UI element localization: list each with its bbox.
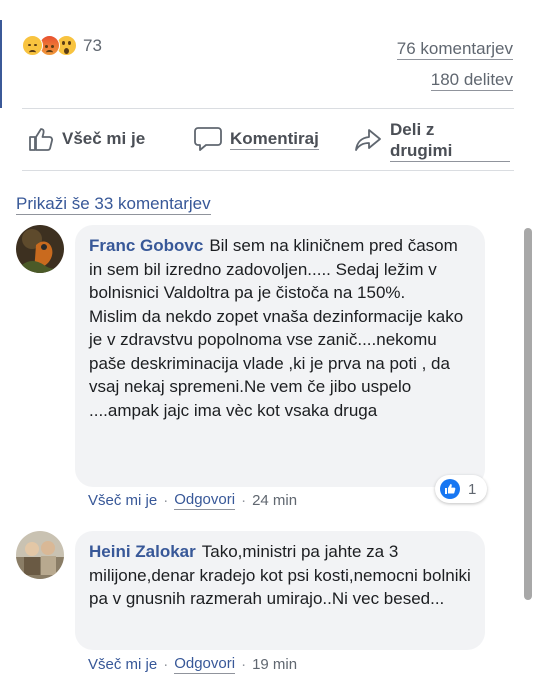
like-button[interactable]: Všeč mi je [28, 126, 145, 152]
share-label-line2: drugimi [390, 140, 510, 162]
comment-timestamp[interactable]: 19 min [252, 656, 297, 673]
like-label: Všeč mi je [62, 129, 146, 148]
share-label-line1: Deli z [390, 120, 435, 139]
share-icon [355, 129, 381, 151]
comment-author[interactable]: Franc Gobovc [89, 236, 203, 255]
comment-reply-link[interactable]: Odgovori [174, 655, 236, 674]
post-left-accent [0, 20, 2, 108]
comment-author[interactable]: Heini Zalokar [89, 542, 196, 561]
share-button[interactable]: Deli z drugimi [390, 119, 510, 162]
separator-dot: · [163, 656, 169, 673]
comment-label: Komentiraj [230, 128, 319, 150]
reaction-count: 73 [83, 35, 102, 55]
view-more-comments-link[interactable]: Prikaži še 33 komentarjev [16, 193, 211, 215]
comment-like-link[interactable]: Všeč mi je [88, 492, 157, 509]
avatar[interactable] [16, 225, 64, 273]
reaction-summary[interactable]: 73 [22, 35, 102, 56]
avatar[interactable] [16, 531, 64, 579]
divider [22, 108, 514, 109]
comment-icon [194, 127, 222, 151]
comment-actions: Všeč mi je · Odgovori · 19 min [88, 655, 297, 674]
separator-dot: · [163, 492, 169, 509]
comments-count-link[interactable]: 76 komentarjev [396, 39, 513, 60]
comment-like-count-badge[interactable]: 1 [435, 475, 487, 503]
sad-emoji-icon [22, 35, 43, 56]
comment-like-link[interactable]: Všeč mi je [88, 656, 157, 673]
comment-text-paragraph: Mislim da nekdo zopet vnaša dezinformaci… [89, 306, 464, 420]
comment-reply-link[interactable]: Odgovori [174, 491, 236, 510]
comment-actions: Všeč mi je · Odgovori · 24 min [88, 491, 297, 510]
comment-button[interactable]: Komentiraj [194, 126, 319, 152]
comment-like-count: 1 [468, 480, 477, 498]
share-icon-wrap[interactable] [354, 127, 382, 158]
comment-timestamp[interactable]: 24 min [252, 492, 297, 509]
shares-count-link[interactable]: 180 delitev [430, 70, 513, 91]
separator-dot: · [241, 656, 247, 673]
scrollbar-thumb[interactable] [524, 228, 532, 600]
divider [22, 170, 514, 171]
comment-bubble: Franc Gobovc Bil sem na kliničnem pred ča… [75, 225, 485, 487]
like-reaction-icon [440, 479, 460, 499]
thumbs-up-icon [29, 128, 54, 151]
comment-bubble: Heini Zalokar Tako,ministri pa jahte za 3… [75, 531, 485, 650]
separator-dot: · [241, 492, 247, 509]
